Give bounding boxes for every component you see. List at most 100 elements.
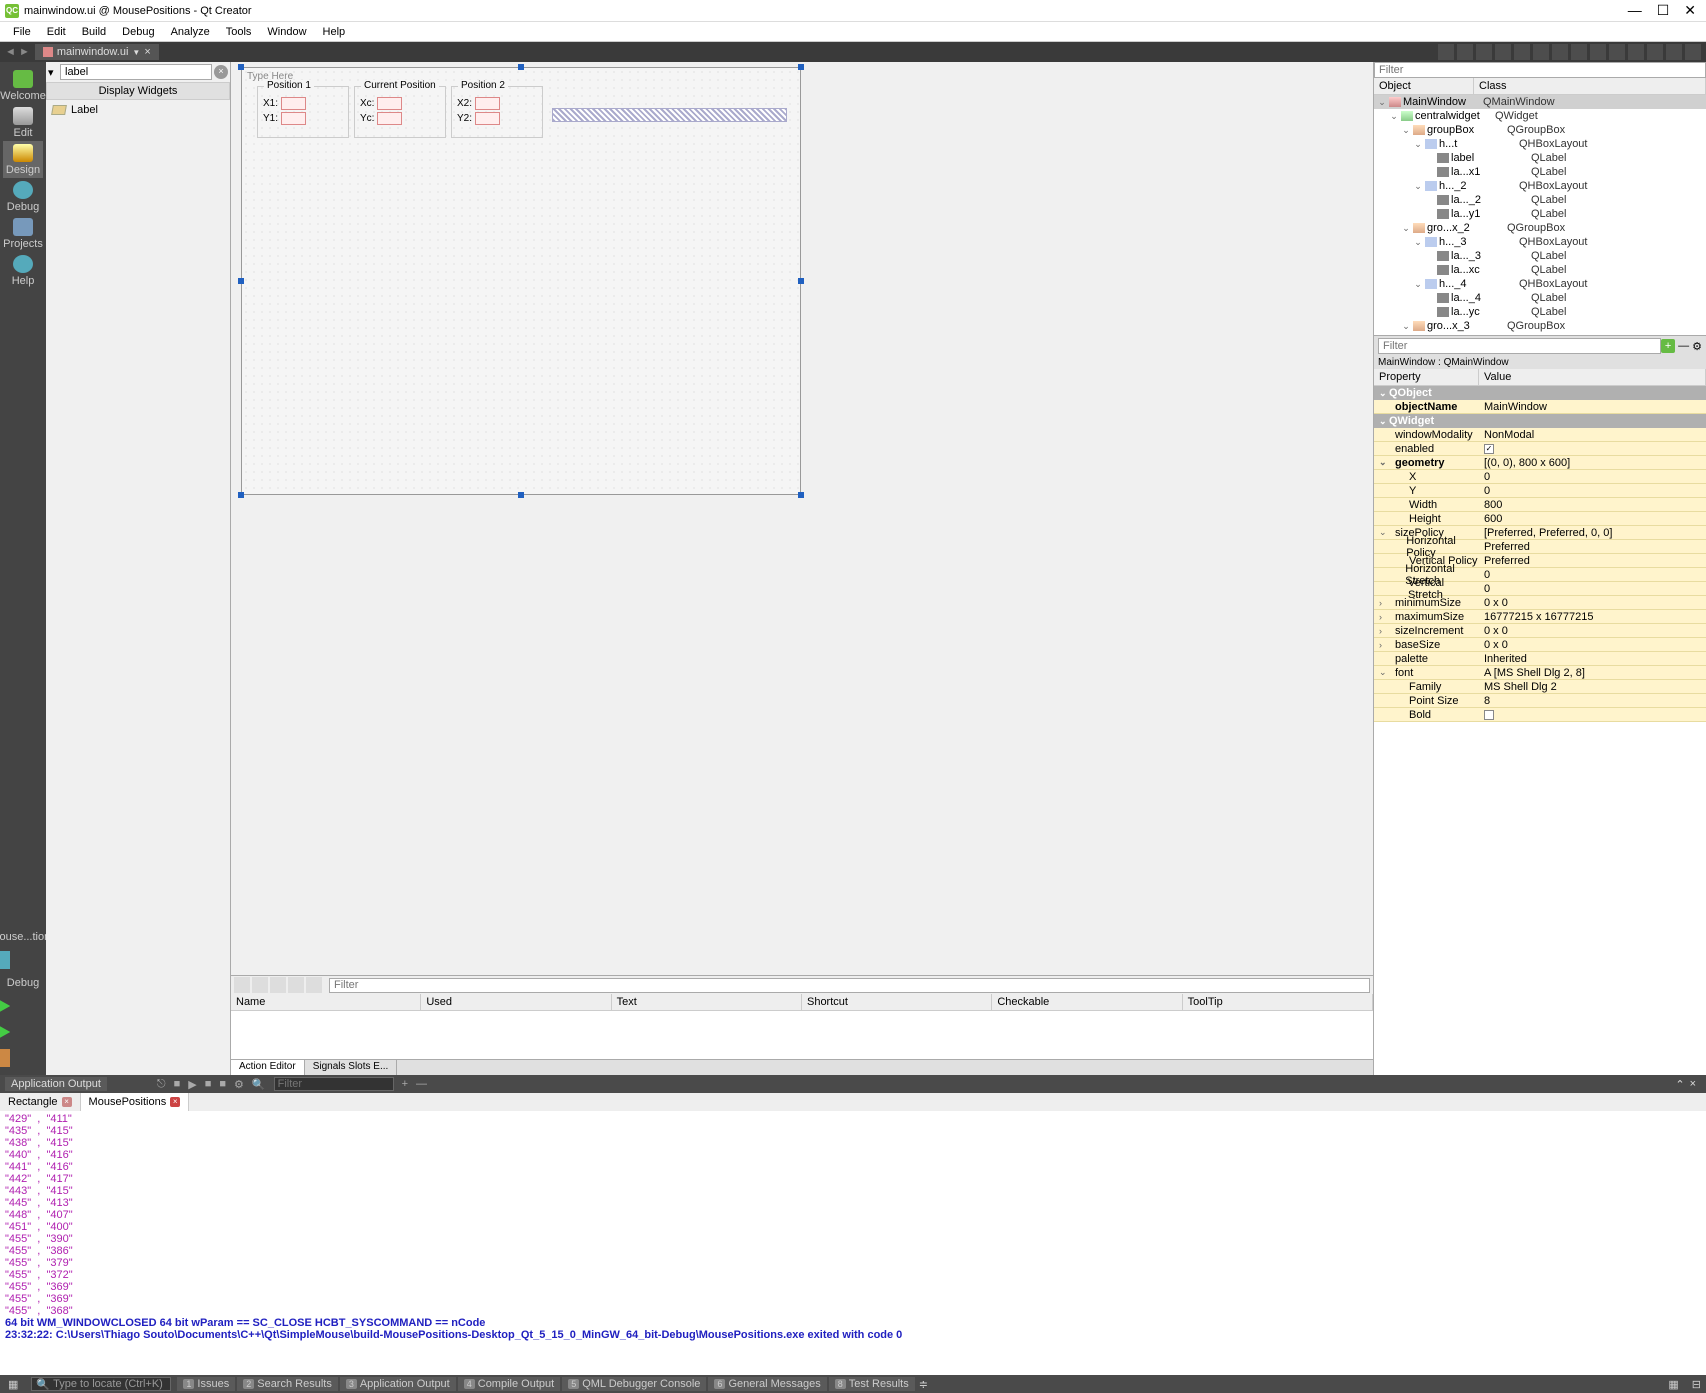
property-row[interactable]: windowModalityNonModal (1374, 428, 1706, 442)
toggle-right-icon[interactable]: ▦ (1660, 1378, 1686, 1391)
toolbar-button[interactable] (1552, 44, 1568, 60)
search-icon[interactable]: 🔍 (252, 1078, 266, 1091)
col-tooltip[interactable]: ToolTip (1183, 994, 1373, 1010)
resize-handle[interactable] (238, 492, 244, 498)
status-tab[interactable]: 2Search Results (237, 1377, 338, 1391)
property-row[interactable]: ›baseSize0 x 0 (1374, 638, 1706, 652)
action-btn[interactable] (306, 977, 322, 993)
play-icon[interactable]: ▶ (188, 1078, 196, 1091)
property-row[interactable]: FamilyMS Shell Dlg 2 (1374, 680, 1706, 694)
object-row[interactable]: la..._4QLabel (1374, 291, 1706, 305)
action-btn[interactable] (252, 977, 268, 993)
property-row[interactable]: Y0 (1374, 484, 1706, 498)
attach-icon[interactable]: ⎋ (157, 1078, 166, 1091)
menu-tools[interactable]: Tools (218, 24, 260, 40)
toolbar-button[interactable] (1476, 44, 1492, 60)
object-row[interactable]: la...y1QLabel (1374, 207, 1706, 221)
groupbox-position1[interactable]: Position 1 X1: Y1: (257, 86, 349, 138)
minimize-button[interactable]: — (1628, 2, 1642, 19)
expand-icon[interactable]: ▾ (48, 66, 60, 79)
property-list[interactable]: ⌄QObjectobjectNameMainWindow⌄QWidgetwind… (1374, 386, 1706, 1075)
groupbox-current[interactable]: Current Position Xc: Yc: (354, 86, 446, 138)
mode-projects[interactable]: Projects (3, 215, 43, 252)
resize-handle[interactable] (238, 278, 244, 284)
object-row[interactable]: ⌄gro...x_2QGroupBox (1374, 221, 1706, 235)
property-row[interactable]: enabled✓ (1374, 442, 1706, 456)
col-name[interactable]: Name (231, 994, 421, 1010)
property-row[interactable]: Vertical Stretch0 (1374, 582, 1706, 596)
object-row[interactable]: ⌄centralwidgetQWidget (1374, 109, 1706, 123)
property-row[interactable]: X0 (1374, 470, 1706, 484)
tab-signals-slots[interactable]: Signals Slots E... (305, 1060, 398, 1075)
toolbar-button[interactable] (1571, 44, 1587, 60)
form-canvas[interactable]: Type Here Position 1 X1: Y1: Current Pos… (241, 67, 801, 495)
close-status-icon[interactable]: ⊟ (1687, 1378, 1706, 1391)
widget-filter-input[interactable] (60, 64, 212, 80)
tab-nav-left[interactable]: ◄ ► (0, 46, 35, 58)
output-tab-rectangle[interactable]: Rectangle× (0, 1093, 81, 1111)
maximize-button[interactable]: ☐ (1657, 2, 1670, 19)
col-class[interactable]: Class (1474, 78, 1706, 94)
config-icon[interactable]: ⚙ (1692, 340, 1702, 353)
object-row[interactable]: labelQLabel (1374, 151, 1706, 165)
object-row[interactable]: ⌄h..._4QHBoxLayout (1374, 277, 1706, 291)
widget-item-label[interactable]: Label (48, 102, 228, 118)
plus-icon[interactable]: + (402, 1078, 408, 1090)
build-icon[interactable] (0, 1049, 10, 1067)
menu-window[interactable]: Window (259, 24, 314, 40)
mode-edit[interactable]: Edit (3, 104, 43, 141)
selected-widget[interactable] (552, 108, 787, 122)
object-row[interactable]: la...x1QLabel (1374, 165, 1706, 179)
toolbar-button[interactable] (1685, 44, 1701, 60)
expand-icon[interactable]: ⌃ (1675, 1078, 1684, 1091)
object-filter[interactable] (1374, 62, 1706, 78)
close-icon[interactable]: × (170, 1097, 180, 1107)
property-row[interactable]: ›maximumSize16777215 x 16777215 (1374, 610, 1706, 624)
widget-category[interactable]: Display Widgets (46, 82, 230, 100)
property-row[interactable]: ⌄fontA [MS Shell Dlg 2, 8] (1374, 666, 1706, 680)
clear-filter-icon[interactable]: × (214, 65, 228, 79)
resize-handle[interactable] (518, 492, 524, 498)
object-row[interactable]: la..._3QLabel (1374, 249, 1706, 263)
toolbar-button[interactable] (1438, 44, 1454, 60)
stop2-icon[interactable]: ■ (205, 1078, 212, 1090)
form-designer[interactable]: Type Here Position 1 X1: Y1: Current Pos… (231, 62, 1373, 1075)
property-section[interactable]: ⌄QObject (1374, 386, 1706, 400)
mode-debug[interactable]: Debug (3, 178, 43, 215)
object-row[interactable]: la...xcQLabel (1374, 263, 1706, 277)
mode-help[interactable]: Help (3, 252, 43, 289)
mode-design[interactable]: Design (3, 141, 43, 178)
action-btn[interactable] (234, 977, 250, 993)
property-section[interactable]: ⌄QWidget (1374, 414, 1706, 428)
status-tab[interactable]: 4Compile Output (458, 1377, 560, 1391)
output-tab-mousepositions[interactable]: MousePositions× (81, 1093, 190, 1111)
toolbar-button[interactable] (1609, 44, 1625, 60)
status-tab[interactable]: 3Application Output (340, 1377, 456, 1391)
resize-handle[interactable] (798, 64, 804, 70)
property-row[interactable]: Width800 (1374, 498, 1706, 512)
property-row[interactable]: ›minimumSize0 x 0 (1374, 596, 1706, 610)
add-property-icon[interactable]: + (1661, 339, 1675, 353)
menu-help[interactable]: Help (315, 24, 354, 40)
more-icon[interactable]: ≑ (919, 1378, 928, 1391)
debug-run-icon[interactable] (0, 1023, 10, 1041)
value-field[interactable] (281, 112, 306, 125)
minus-icon[interactable]: — (416, 1078, 427, 1090)
output-text[interactable]: "429" , "411""435" , "415""438" , "415""… (0, 1111, 1706, 1375)
close-pane-icon[interactable]: × (1685, 1078, 1701, 1090)
col-used[interactable]: Used (421, 994, 611, 1010)
property-row[interactable]: ⌄geometry[(0, 0), 800 x 600] (1374, 456, 1706, 470)
property-row[interactable]: paletteInherited (1374, 652, 1706, 666)
output-filter[interactable] (274, 1077, 394, 1091)
toolbar-button[interactable] (1590, 44, 1606, 60)
tab-close-icon[interactable]: × (144, 46, 150, 58)
object-row[interactable]: ⌄h...tQHBoxLayout (1374, 137, 1706, 151)
action-filter[interactable] (329, 978, 1370, 993)
toggle-sidebar-icon[interactable]: ▦ (0, 1378, 26, 1391)
resize-handle[interactable] (798, 492, 804, 498)
col-property[interactable]: Property (1374, 369, 1479, 385)
gear-icon[interactable]: ⚙ (234, 1078, 244, 1091)
col-checkable[interactable]: Checkable (992, 994, 1182, 1010)
menu-build[interactable]: Build (74, 24, 114, 40)
object-tree[interactable]: ⌄MainWindowQMainWindow⌄centralwidgetQWid… (1374, 95, 1706, 335)
